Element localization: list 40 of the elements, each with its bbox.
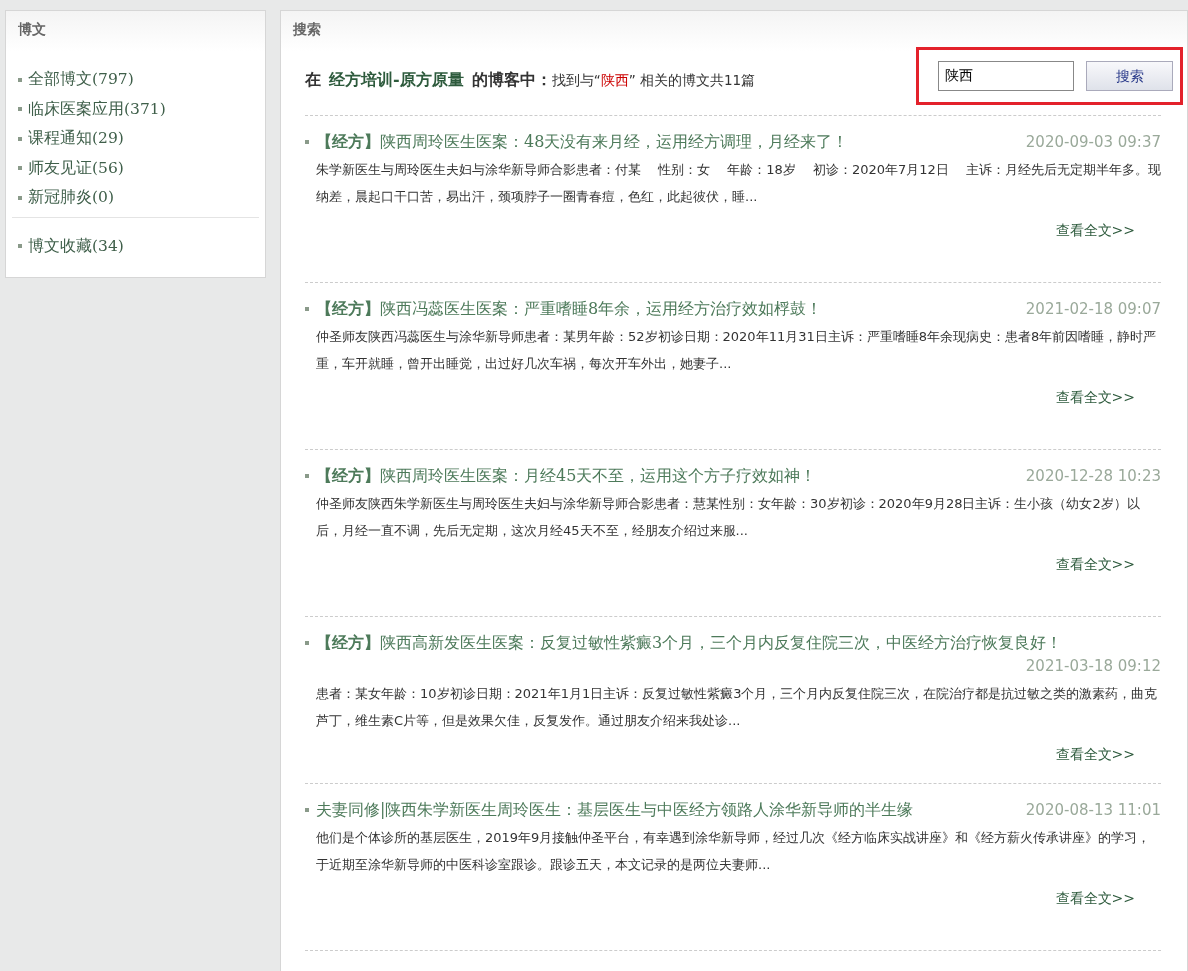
- bullet-icon: [305, 474, 309, 478]
- post-title-link[interactable]: 【经方】陕西冯蕊医生医案：严重嗜睡8年余，运用经方治疗效如桴鼓！: [316, 297, 823, 321]
- post-title-link[interactable]: 【经方】陕西周玲医生医案：48天没有来月经，运用经方调理，月经来了！: [316, 130, 849, 154]
- bullet-icon: [305, 307, 309, 311]
- bullet-icon: [18, 244, 22, 249]
- search-field[interactable]: 陕西: [938, 61, 1074, 91]
- bullet-icon: [305, 641, 309, 645]
- post-title-link[interactable]: 【经方】陕西高新发医生医案：反复过敏性紫癜3个月，三个月内反复住院三次，中医经方治疗恢复良好！: [316, 631, 1063, 655]
- search-button[interactable]: 搜索: [1086, 61, 1173, 91]
- read-more-link[interactable]: 查看全文>>: [1055, 888, 1135, 909]
- bullet-icon: [18, 107, 22, 112]
- read-more-link[interactable]: 查看全文>>: [1055, 220, 1135, 241]
- post-date: 2020-12-28 10:23: [1025, 465, 1161, 487]
- bullet-icon: [305, 808, 309, 812]
- post-date: 2021-02-18 09:07: [1025, 298, 1161, 320]
- category-link[interactable]: 师友见证(56): [28, 156, 124, 180]
- post-title-link[interactable]: 【经方】陕西周玲医生医案：月经45天不至，运用这个方子疗效如神！: [316, 464, 817, 488]
- bullet-icon: [18, 136, 22, 141]
- category-link[interactable]: 全部博文(797): [28, 68, 134, 92]
- read-more-link[interactable]: 查看全文>>: [1055, 387, 1135, 408]
- post-excerpt: 仲圣师友陕西朱学新医生与周玲医生夫妇与涂华新导师合影患者：慧某性别：女年龄：30岁初诊：2020年9月28日主诉：生小孩（幼女2岁）以后，月经一直不调，先后无定期，这次月经45天不至，经朋友介绍过来服...: [316, 495, 1141, 540]
- read-more-link[interactable]: 查看全文>>: [1055, 743, 1135, 765]
- post-excerpt: 仲圣师友陕西冯蕊医生与涂华新导师患者：某男年龄：52岁初诊日期：2020年11月31日主诉：严重嗜睡8年余现病史：患者8年前因嗜睡，静时严重，车开就睡，曾开出睡觉，出过好几次车祸，每次开车外出，她妻子...: [316, 328, 1158, 373]
- post-date: 2020-08-13 11:01: [1025, 799, 1161, 821]
- post-date: 2020-09-03 09:37: [1025, 131, 1161, 153]
- category-link[interactable]: 博文收藏(34): [28, 234, 124, 258]
- post-excerpt: 朱学新医生与周玲医生夫妇与涂华新导师合影患者：付某 性别：女 年龄：18岁 初诊：2020年7月12日 主诉：月经先后无定期半年多。现纳差，晨起口干口苦，易出汗，颈项脖子一圈青春痘，色红，此起彼伏，睡...: [316, 161, 1161, 206]
- bullet-icon: [18, 195, 22, 200]
- post-title-link[interactable]: 夫妻同修|陕西朱学新医生周玲医生：基层医生与中医经方领路人涂华新导师的半生缘: [316, 798, 914, 822]
- search-summary: 在 经方培训-原方原量 的博客中：找到与“陕西” 相关的博文共11篇: [305, 69, 756, 91]
- category-link[interactable]: 临床医案应用(371): [28, 97, 166, 121]
- category-link[interactable]: 课程通知(29): [28, 127, 124, 151]
- bullet-icon: [18, 77, 22, 82]
- read-more-link[interactable]: 查看全文>>: [1055, 554, 1135, 575]
- post-excerpt: 患者：某女年龄：10岁初诊日期：2021年1月1日主诉：反复过敏性紫癜3个月，三个月内反复住院三次，在院治疗都是抗过敏之类的激素药，曲克芦丁，维生素C片等，但是效果欠佳，反复发作。通过朋友介绍来我处诊...: [316, 684, 1159, 730]
- category-link[interactable]: 新冠肺炎(0): [28, 186, 114, 210]
- post-excerpt: 他们是个体诊所的基层医生，2019年9月接触仲圣平台，有幸遇到涂华新导师，经过几次《经方临床实战讲座》和《经方薪火传承讲座》的学习，于近期至涂华新导师的中医科诊室跟诊。跟诊五天，本文记录的是两位夫妻师...: [316, 829, 1152, 874]
- bullet-icon: [18, 166, 22, 171]
- post-date: 2021-03-18 09:12: [1025, 656, 1161, 677]
- bullet-icon: [305, 140, 309, 144]
